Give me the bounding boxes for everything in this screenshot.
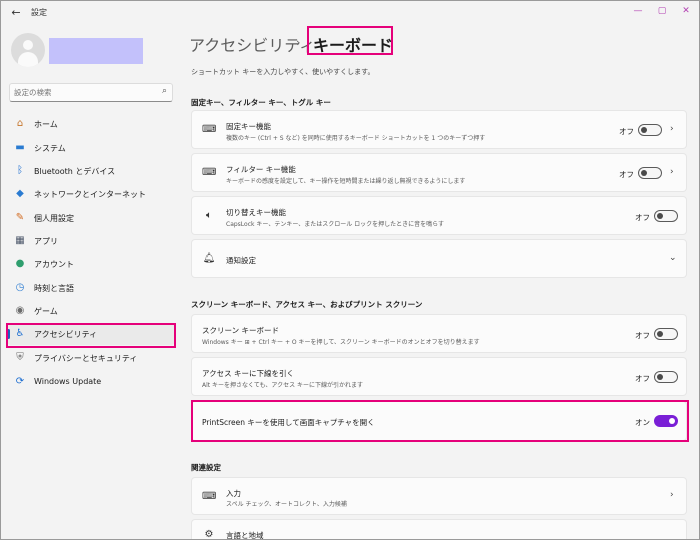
sidebar-item-label: システム [34,144,66,153]
breadcrumb-separator: › [296,36,301,49]
sidebar-item-label: ゲーム [34,307,58,316]
notifications-card[interactable]: 🔔︎ 通知設定 ⌄ [191,239,687,278]
chevron-right-icon[interactable]: › [670,490,674,500]
search-box[interactable]: ⌕ [9,83,173,102]
sidebar-item-label: アカウント [34,260,74,269]
toggle-keys-card: 🔈︎ 切り替えキー機能 CapsLock キー、テンキー、またはスクロール ロッ… [191,196,687,235]
filter-keys-toggle[interactable] [638,167,662,179]
onscreen-keyboard-state: オフ [635,331,650,340]
time-language-icon: ◷ [15,282,25,293]
onscreen-keyboard-title: スクリーン キーボード [202,326,280,335]
sticky-keys-title: 固定キー機能 [226,122,271,131]
input-desc: スペル チェック、オートコレクト、入力候補 [226,501,347,508]
sidebar-item-windows-update[interactable]: ⟳ Windows Update [7,371,175,393]
sticky-keys-toggle[interactable] [638,124,662,136]
account-icon: ● [15,258,25,269]
onscreen-keyboard-desc: Windows キー ⊞ + Ctrl キー + O キーを押して、スクリーン … [202,339,480,346]
filter-keys-title: フィルター キー機能 [226,165,296,174]
sticky-keys-card[interactable]: ⌨ 固定キー機能 複数のキー (Ctrl + S など) を同時に使用するキーボ… [191,110,687,149]
personalization-icon: ✎ [15,212,25,223]
filter-keys-desc: キーボードの感度を設定して、キー操作を短時間または繰り返し無視できるようにします [226,178,466,185]
underline-access-keys-desc: Alt キーを押さなくても、アクセス キーに下線が引かれます [202,382,363,389]
filter-keys-state: オフ [619,170,634,179]
gaming-icon: ◉ [15,305,25,316]
keyboard-icon: ⌨ [202,491,217,502]
sidebar-item-label: アプリ [34,237,58,246]
input-title: 入力 [226,489,241,498]
apps-icon: ▦ [15,235,25,246]
section-heading-related: 関連設定 [191,463,221,472]
language-icon: ⚙ [204,529,214,540]
sidebar-item-bluetooth[interactable]: ᛒ Bluetooth とデバイス [7,160,175,182]
chevron-right-icon[interactable]: › [670,167,674,177]
underline-access-keys-state: オフ [635,374,650,383]
search-icon[interactable]: ⌕ [162,86,167,96]
sidebar-item-personalization[interactable]: ✎ 個人用設定 [7,207,175,229]
minimize-icon[interactable]: — [627,2,649,20]
sidebar-item-account[interactable]: ● アカウント [7,253,175,275]
highlight-box-title [307,26,393,55]
sidebar-item-gaming[interactable]: ◉ ゲーム [7,300,175,322]
sticky-keys-desc: 複数のキー (Ctrl + S など) を同時に使用するキーボード ショートカッ… [226,135,486,142]
title-bar: ← 設定 — ▢ ✕ [1,1,699,25]
close-icon[interactable]: ✕ [675,2,697,20]
back-arrow-icon[interactable]: ← [7,4,25,22]
windows-update-icon: ⟳ [15,376,25,387]
system-icon: ▬ [15,142,25,153]
toggle-keys-desc: CapsLock キー、テンキー、またはスクロール ロックを押したときに音を鳴ら… [226,221,445,228]
section-heading-onscreen-keyboard: スクリーン キーボード、アクセス キー、およびプリント スクリーン [191,300,423,309]
search-input[interactable] [14,86,154,99]
toggle-keys-toggle[interactable] [654,210,678,222]
sidebar-item-label: プライバシーとセキュリティ [34,354,138,363]
filter-keys-card[interactable]: ⌨ フィルター キー機能 キーボードの感度を設定して、キー操作を短時間または繰り… [191,153,687,192]
sidebar-item-home[interactable]: ⌂ ホーム [7,113,175,135]
sidebar-item-privacy-shield[interactable]: ⛨ プライバシーとセキュリティ [7,347,175,369]
section-heading-filter-keys: 固定キー、フィルター キー、トグル キー [191,98,331,107]
toggle-keys-title: 切り替えキー機能 [226,208,286,217]
sidebar-item-label: ネットワークとインターネット [34,190,146,199]
sidebar-item-apps[interactable]: ▦ アプリ [7,230,175,252]
sidebar-item-label: 時刻と言語 [34,284,74,293]
speaker-icon: 🔈︎ [206,210,212,221]
toggle-keys-state: オフ [635,213,650,222]
underline-access-keys-card: アクセス キーに下線を引く Alt キーを押さなくても、アクセス キーに下線が引… [191,357,687,396]
highlight-box-accessibility [6,323,176,348]
input-card[interactable]: ⌨ 入力 スペル チェック、オートコレクト、入力候補 › [191,477,687,515]
network-icon: ◆ [16,188,24,199]
user-name-redacted [49,38,143,64]
sticky-keys-state: オフ [619,127,634,136]
highlight-box-printscreen [191,400,689,442]
privacy-shield-icon: ⛨ [16,352,24,363]
notifications-title: 通知設定 [226,256,256,265]
sidebar-item-label: 個人用設定 [34,214,74,223]
maximize-icon[interactable]: ▢ [651,2,673,20]
settings-window: ← 設定 — ▢ ✕ ⌕ ⌂ ホーム ▬ システム ᛒ Bluetooth とデバイス ◆ ネ… [0,0,700,540]
sidebar-item-time-language[interactable]: ◷ 時刻と言語 [7,277,175,299]
sidebar-item-system[interactable]: ▬ システム [7,137,175,159]
language-region-title: 言語と地域 [226,531,264,540]
home-icon: ⌂ [16,118,24,129]
avatar[interactable] [11,33,45,67]
bluetooth-icon: ᛒ [17,165,23,176]
sticky-keys-icon: ⌨ [202,124,217,135]
onscreen-keyboard-card: スクリーン キーボード Windows キー ⊞ + Ctrl キー + O キ… [191,314,687,353]
language-region-card[interactable]: ⚙ 言語と地域 [191,519,687,540]
sidebar-item-network[interactable]: ◆ ネットワークとインターネット [7,183,175,205]
sidebar-item-label: Windows Update [34,377,102,386]
sidebar-item-label: Bluetooth とデバイス [34,167,116,176]
app-title: 設定 [31,8,47,17]
underline-access-keys-toggle[interactable] [654,371,678,383]
chevron-down-icon[interactable]: ⌄ [669,253,677,263]
chevron-right-icon[interactable]: › [670,124,674,134]
page-description: ショートカット キーを入力しやすく、使いやすくします。 [191,68,375,76]
bell-icon: 🔔︎ [202,253,216,264]
underline-access-keys-title: アクセス キーに下線を引く [202,369,295,378]
onscreen-keyboard-toggle[interactable] [654,328,678,340]
filter-keys-icon: ⌨ [202,167,217,178]
sidebar-item-label: ホーム [34,120,58,129]
